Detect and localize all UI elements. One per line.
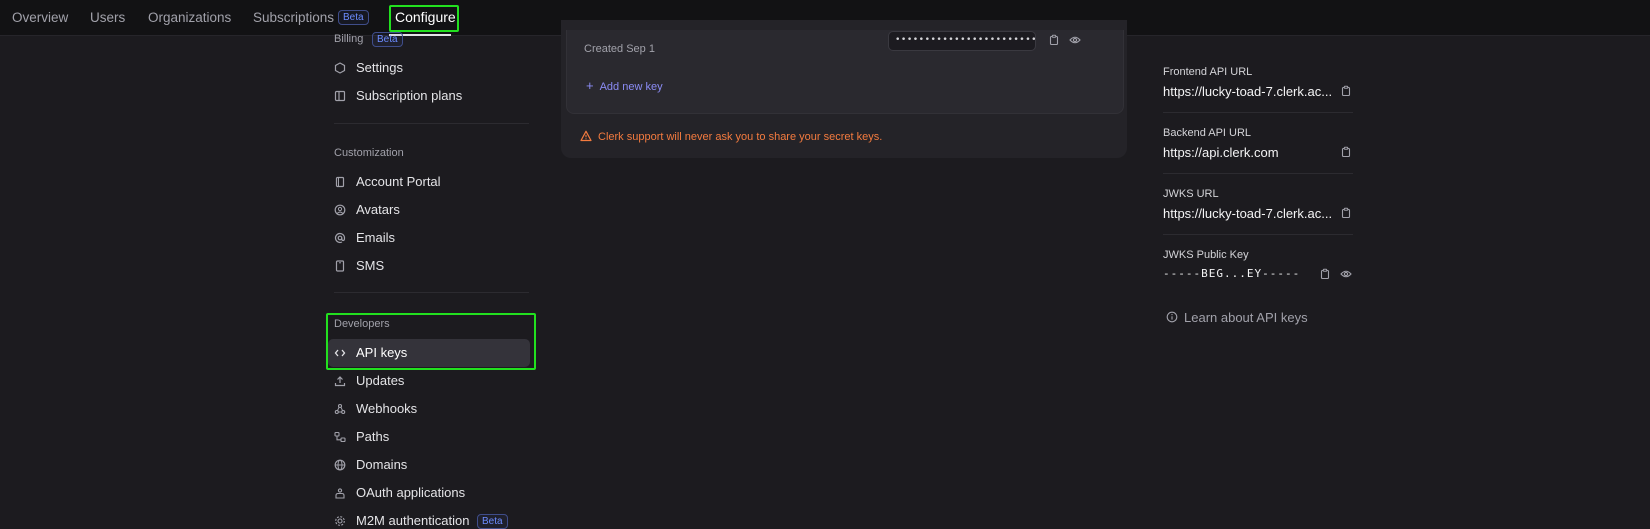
sidebar-item-label: Avatars [356,202,400,217]
sidebar-item-label: SMS [356,258,385,273]
learn-about-api-keys-link[interactable]: Learn about API keys [1166,310,1308,325]
copy-icon[interactable] [1048,34,1062,48]
bookmark-icon [334,176,346,188]
add-new-key-label: Add new key [599,81,663,93]
billing-beta-badge: Beta [372,32,403,47]
hexagon-icon [334,62,346,74]
paths-icon [334,431,346,443]
jwks-public-key-value: -----BEG...EY----- [1163,267,1301,280]
globe-icon [334,459,346,471]
phone-icon [334,260,346,272]
columns-icon [334,90,346,102]
sidebar-item-label: Account Portal [356,174,441,189]
jwks-public-key-label: JWKS Public Key [1163,249,1249,261]
sidebar-item-label: OAuth applications [356,485,466,500]
at-icon [334,232,346,244]
add-new-key-button[interactable]: + Add new key [586,78,663,93]
eye-icon[interactable] [1069,34,1083,48]
sidebar-item-label: Settings [356,60,403,75]
sidebar-item-label: Domains [356,457,408,472]
m2m-beta-badge: Beta [477,514,508,529]
secret-key-field[interactable]: •••••••••••••••••••••••• [888,31,1036,51]
nav-organizations[interactable]: Organizations [148,10,231,25]
panel-divider [1163,112,1353,113]
copy-icon[interactable] [1340,207,1354,221]
sidebar-item-label: Emails [356,230,396,245]
backend-api-url-value: https://api.clerk.com [1163,145,1279,160]
key-created-date: Created Sep 1 [584,43,655,55]
oauth-icon [334,487,346,499]
nav-overview[interactable]: Overview [12,10,68,25]
panel-divider [1163,234,1353,235]
frontend-api-url-value: https://lucky-toad-7.clerk.ac... [1163,84,1333,99]
sidebar-divider [334,123,529,124]
backend-api-url-label: Backend API URL [1163,127,1252,139]
user-circle-icon [334,204,346,216]
upload-icon [334,375,346,387]
nav-subscriptions[interactable]: Subscriptions [253,10,334,25]
warning-triangle-icon [580,130,592,142]
sidebar-item-label: Webhooks [356,401,418,416]
sidebar-item-label: Updates [356,373,405,388]
code-icon [334,347,346,359]
section-customization-header: Customization [334,147,404,159]
webhook-icon [334,403,346,415]
frontend-api-url-label: Frontend API URL [1163,66,1253,78]
info-icon [1166,311,1178,323]
sidebar-item-label: API keys [356,345,408,360]
copy-icon[interactable] [1319,268,1333,282]
gear-icon [334,515,346,527]
sidebar-item-label: M2M authentication [356,513,470,528]
copy-icon[interactable] [1340,146,1354,160]
plus-icon: + [586,78,594,93]
jwks-url-value: https://lucky-toad-7.clerk.ac... [1163,206,1333,221]
section-developers-header: Developers [334,318,390,330]
section-billing-header: Billing [334,33,364,45]
copy-icon[interactable] [1340,85,1354,99]
nav-users[interactable]: Users [90,10,125,25]
eye-icon[interactable] [1340,268,1354,282]
learn-link-label: Learn about API keys [1184,310,1308,325]
sidebar-item-label: Paths [356,429,390,444]
warning-text: Clerk support will never ask you to shar… [598,131,883,143]
sidebar-divider [334,292,529,293]
beta-badge: Beta [338,10,369,25]
highlight-box-configure [389,5,459,32]
security-warning: Clerk support will never ask you to shar… [580,130,882,143]
panel-divider [1163,173,1353,174]
sidebar-item-label: Subscription plans [356,88,463,103]
jwks-url-label: JWKS URL [1163,188,1219,200]
